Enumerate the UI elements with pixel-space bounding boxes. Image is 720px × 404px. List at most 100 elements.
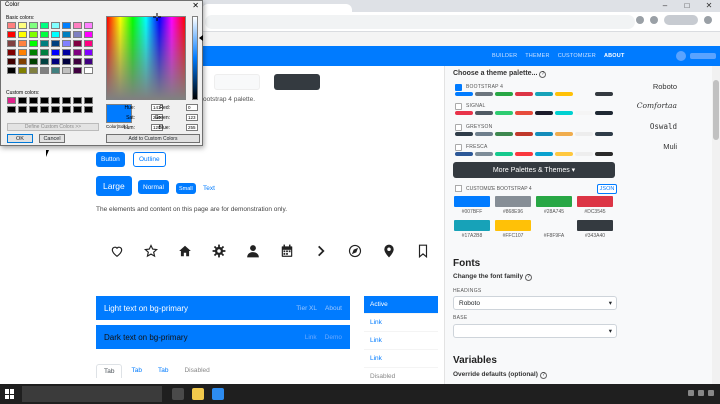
alert-dark-link-2[interactable]: Demo — [325, 334, 342, 341]
basic-color-cell[interactable] — [73, 58, 82, 65]
button-text-link[interactable]: Text — [198, 183, 220, 194]
color-spectrum[interactable] — [106, 13, 186, 100]
list-item-link[interactable]: Link — [364, 350, 438, 368]
custom-color-cell[interactable] — [62, 97, 71, 104]
list-item-link[interactable]: Link — [364, 332, 438, 350]
swatch-color[interactable] — [495, 220, 531, 231]
basic-color-cell[interactable] — [18, 49, 27, 56]
basic-color-cell[interactable] — [73, 22, 82, 29]
swatch-color[interactable] — [536, 196, 572, 207]
basic-color-cell[interactable] — [62, 58, 71, 65]
basic-color-cell[interactable] — [7, 31, 16, 38]
basic-color-cell[interactable] — [62, 40, 71, 47]
basic-color-cell[interactable] — [29, 40, 38, 47]
custom-color-cell[interactable] — [73, 106, 82, 113]
tab-1[interactable]: Tab — [96, 364, 123, 378]
basic-color-cell[interactable] — [29, 58, 38, 65]
minimize-button[interactable]: – — [654, 0, 676, 12]
color-swatch[interactable]: #F8F9FA — [535, 220, 573, 242]
theme-option-greyson[interactable]: GREYSON — [453, 122, 615, 140]
basic-color-cell[interactable] — [62, 49, 71, 56]
scroll-thumb[interactable] — [713, 80, 719, 140]
basic-color-cell[interactable] — [84, 31, 93, 38]
theme-checkbox[interactable] — [455, 103, 462, 110]
close-window-button[interactable]: ✕ — [698, 0, 720, 12]
windows-start-icon[interactable] — [5, 389, 15, 399]
basic-color-cell[interactable] — [7, 49, 16, 56]
basic-color-cell[interactable] — [73, 40, 82, 47]
list-item-active[interactable]: Active — [364, 296, 438, 314]
custom-color-cell[interactable] — [62, 106, 71, 113]
alert-dark-link-1[interactable]: Link — [305, 334, 317, 341]
browser-icon[interactable] — [212, 388, 224, 400]
basic-color-cell[interactable] — [62, 67, 71, 74]
basic-color-cell[interactable] — [7, 22, 16, 29]
button-small[interactable]: Small — [176, 183, 196, 194]
custom-color-cell[interactable] — [84, 97, 93, 104]
basic-color-cell[interactable] — [51, 22, 60, 29]
basic-color-cell[interactable] — [29, 22, 38, 29]
menu-icon[interactable] — [704, 16, 712, 24]
custom-color-cell[interactable] — [18, 97, 27, 104]
nav-link-about[interactable]: ABOUT — [604, 53, 625, 59]
basic-color-cell[interactable] — [62, 31, 71, 38]
button-outline[interactable]: Outline — [133, 152, 166, 167]
basic-color-cell[interactable] — [18, 58, 27, 65]
custom-color-cell[interactable] — [40, 106, 49, 113]
custom-color-cell[interactable] — [18, 106, 27, 113]
user-name-placeholder[interactable] — [690, 53, 716, 59]
custom-color-cell[interactable] — [40, 97, 49, 104]
swatch-color[interactable] — [536, 220, 572, 231]
button-primary[interactable]: Button — [96, 152, 125, 167]
color-swatch[interactable]: #007BFF — [453, 196, 491, 218]
basic-color-cell[interactable] — [51, 67, 60, 74]
basic-color-cell[interactable] — [51, 31, 60, 38]
tray-icon[interactable] — [688, 390, 694, 396]
basic-color-cell[interactable] — [29, 49, 38, 56]
custom-color-cell[interactable] — [73, 97, 82, 104]
json-button[interactable]: JSON — [597, 184, 617, 194]
custom-color-cell[interactable] — [51, 106, 60, 113]
custom-color-cell[interactable] — [7, 97, 16, 104]
basic-color-cell[interactable] — [18, 67, 27, 74]
basic-color-cell[interactable] — [51, 40, 60, 47]
tab-2[interactable]: Tab — [124, 364, 148, 378]
swatch-color[interactable] — [577, 220, 613, 231]
theme-checkbox[interactable] — [455, 84, 462, 91]
file-explorer-icon[interactable] — [192, 388, 204, 400]
theme-option-fresca[interactable]: FRESCA — [453, 142, 615, 160]
basic-color-cell[interactable] — [7, 58, 16, 65]
blue-input[interactable]: 255 — [186, 124, 198, 131]
maximize-button[interactable]: □ — [676, 0, 698, 12]
headings-font-select[interactable]: Roboto ▾ — [453, 296, 617, 310]
basic-color-cell[interactable] — [29, 67, 38, 74]
custom-color-cell[interactable] — [7, 106, 16, 113]
nav-link-themer[interactable]: THEMER — [525, 53, 549, 59]
green-input[interactable]: 123 — [186, 114, 198, 121]
theme-checkbox[interactable] — [455, 124, 462, 131]
basic-color-cell[interactable] — [7, 67, 16, 74]
color-swatch[interactable]: #DC3545 — [576, 196, 614, 218]
alert-light-link-1[interactable]: Tier XL — [296, 305, 317, 312]
color-swatch[interactable]: #868E96 — [494, 196, 532, 218]
basic-color-cell[interactable] — [40, 22, 49, 29]
basic-color-cell[interactable] — [29, 31, 38, 38]
basic-color-cell[interactable] — [51, 58, 60, 65]
more-palettes-button[interactable]: More Palettes & Themes ▾ — [453, 162, 615, 178]
address-bar[interactable] — [205, 15, 635, 29]
basic-color-cell[interactable] — [84, 40, 93, 47]
custom-color-cell[interactable] — [29, 106, 38, 113]
add-to-custom-colors-button[interactable]: Add to Custom Colors — [106, 134, 200, 143]
theme-option-signal[interactable]: SIGNAL — [453, 101, 615, 119]
list-item-link[interactable]: Link — [364, 314, 438, 332]
basic-color-cell[interactable] — [40, 31, 49, 38]
color-swatch[interactable]: #FFC107 — [494, 220, 532, 242]
tab-3[interactable]: Tab — [151, 364, 175, 378]
basic-color-cell[interactable] — [40, 67, 49, 74]
ok-button[interactable]: OK — [7, 134, 33, 143]
color-swatch[interactable]: #343A40 — [576, 220, 614, 242]
nav-link-customizer[interactable]: CUSTOMIZER — [558, 53, 596, 59]
custom-color-cell[interactable] — [84, 106, 93, 113]
base-font-select[interactable]: ▾ — [453, 324, 617, 338]
nav-link-builder[interactable]: BUILDER — [492, 53, 517, 59]
